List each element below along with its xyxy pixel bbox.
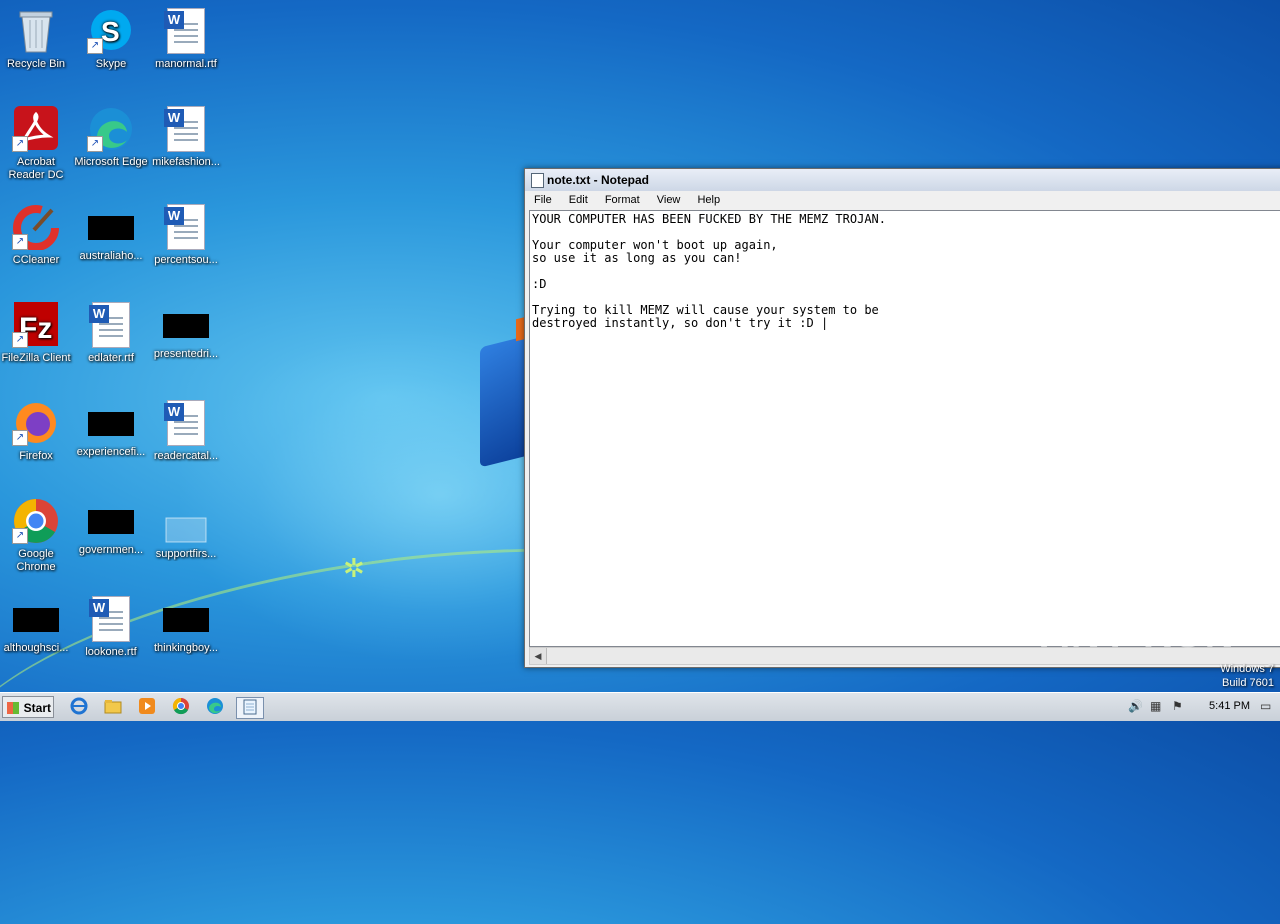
notepad-menubar: File Edit Format View Help	[525, 191, 1280, 209]
desktop-icon-acrobat[interactable]: ↗ Acrobat Reader DC	[0, 106, 74, 182]
word-doc-icon: W	[162, 400, 210, 446]
desktop-icon-althoughsci[interactable]: althoughsci...	[0, 596, 74, 655]
menu-file[interactable]: File	[529, 194, 557, 206]
black-file-icon	[88, 412, 134, 436]
black-file-icon	[163, 608, 209, 632]
notepad-text-area[interactable]: YOUR COMPUTER HAS BEEN FUCKED BY THE MEM…	[529, 210, 1280, 647]
desktop-icon-chrome[interactable]: ↗ Google Chrome	[0, 498, 74, 574]
desktop-icon-experiencefi[interactable]: experiencefi...	[73, 400, 149, 459]
media-player-icon[interactable]	[136, 697, 158, 717]
notepad-window[interactable]: note.txt - Notepad File Edit Format View…	[524, 168, 1280, 668]
desktop-icon-governmen[interactable]: governmen...	[73, 498, 149, 557]
clock[interactable]: 5:41 PM	[1209, 700, 1250, 712]
shortcut-arrow-icon: ↗	[12, 136, 28, 152]
firefox-icon: ↗	[12, 400, 60, 446]
menu-help[interactable]: Help	[692, 194, 725, 206]
desktop-icon-edlater[interactable]: W edlater.rtf	[73, 302, 149, 365]
start-label: Start	[23, 701, 51, 715]
desktop-icon-thinkingboy[interactable]: thinkingboy...	[148, 596, 224, 655]
start-button[interactable]: Start	[2, 696, 54, 718]
ccleaner-icon: ↗	[12, 204, 60, 251]
wallpaper-spark: ✲	[343, 553, 365, 583]
edge-icon[interactable]	[204, 697, 226, 717]
word-doc-icon: W	[87, 596, 135, 642]
recycle-bin-icon	[12, 8, 60, 54]
windows-flag-icon	[7, 702, 19, 714]
notepad-titlebar[interactable]: note.txt - Notepad	[525, 169, 1280, 191]
action-center-flag-icon[interactable]: ⚑	[1172, 699, 1183, 713]
network-icon[interactable]: ▦	[1150, 699, 1161, 713]
shortcut-arrow-icon: ↗	[87, 136, 103, 152]
window-title: note.txt - Notepad	[547, 173, 649, 187]
volume-icon[interactable]: 🔊	[1128, 699, 1143, 713]
taskbar: Start 🔊 ▦ ⚑ 5:41 PM ▭	[0, 692, 1280, 721]
shortcut-arrow-icon: ↗	[12, 430, 28, 446]
internet-explorer-icon[interactable]	[68, 697, 90, 717]
desktop-icon-presentedri[interactable]: presentedri...	[148, 302, 224, 361]
black-file-icon	[88, 216, 134, 240]
shortcut-arrow-icon: ↗	[12, 332, 28, 348]
windows-version-text: Windows 7 Build 7601	[1220, 662, 1274, 690]
black-file-icon	[88, 510, 134, 534]
black-file-icon	[13, 608, 59, 632]
windows-build: Build 7601	[1222, 677, 1274, 689]
file-explorer-icon[interactable]	[102, 697, 124, 717]
svg-text:S: S	[101, 16, 120, 47]
desktop-icon-recycle-bin[interactable]: Recycle Bin	[0, 8, 74, 71]
scroll-left-icon[interactable]: ◀	[530, 648, 547, 664]
word-doc-icon: W	[162, 106, 210, 152]
shortcut-arrow-icon: ↗	[87, 38, 103, 54]
menu-view[interactable]: View	[652, 194, 686, 206]
black-file-icon	[163, 314, 209, 338]
filezilla-icon: Fz ↗	[12, 302, 60, 348]
menu-format[interactable]: Format	[600, 194, 645, 206]
desktop-icon-firefox[interactable]: ↗ Firefox	[0, 400, 74, 463]
desktop-icon-supportfirs[interactable]: supportfirs...	[148, 498, 224, 561]
desktop-icon-filezilla[interactable]: Fz ↗ FileZilla Client	[0, 302, 74, 365]
watermark: ANY RUN	[1040, 612, 1236, 656]
word-doc-icon: W	[162, 204, 210, 250]
windows-edition: Windows 7	[1220, 663, 1274, 675]
desktop-icon-readercatal[interactable]: W readercatal...	[148, 400, 224, 463]
word-doc-icon: W	[87, 302, 135, 348]
desktop-icon-lookone[interactable]: W lookone.rtf	[73, 596, 149, 659]
skype-icon: S ↗	[87, 8, 135, 54]
desktop-icon-skype[interactable]: S ↗ Skype	[73, 8, 149, 71]
menu-edit[interactable]: Edit	[564, 194, 593, 206]
system-tray: 🔊 ▦ ⚑ 5:41 PM ▭	[1122, 693, 1280, 721]
word-doc-icon: W	[162, 8, 210, 54]
chrome-icon: ↗	[12, 498, 60, 544]
desktop-icon-edge[interactable]: ↗ Microsoft Edge	[73, 106, 149, 169]
chrome-icon[interactable]	[170, 697, 192, 717]
desktop-icon-australiaho[interactable]: australiaho...	[73, 204, 149, 263]
shortcut-arrow-icon: ↗	[12, 234, 28, 250]
blank-file-icon	[162, 498, 210, 544]
desktop-icon-percentsou[interactable]: W percentsou...	[148, 204, 224, 267]
edge-icon: ↗	[87, 106, 135, 152]
desktop-icon-ccleaner[interactable]: ↗ CCleaner	[0, 204, 74, 267]
desktop-icon-manormal[interactable]: W manormal.rtf	[148, 8, 224, 71]
show-desktop-icon[interactable]: ▭	[1260, 699, 1271, 713]
notepad-icon[interactable]	[236, 697, 264, 719]
notepad-icon	[531, 173, 544, 188]
shortcut-arrow-icon: ↗	[12, 528, 28, 544]
acrobat-icon: ↗	[12, 106, 60, 152]
desktop-icon-mikefashion[interactable]: W mikefashion...	[148, 106, 224, 169]
